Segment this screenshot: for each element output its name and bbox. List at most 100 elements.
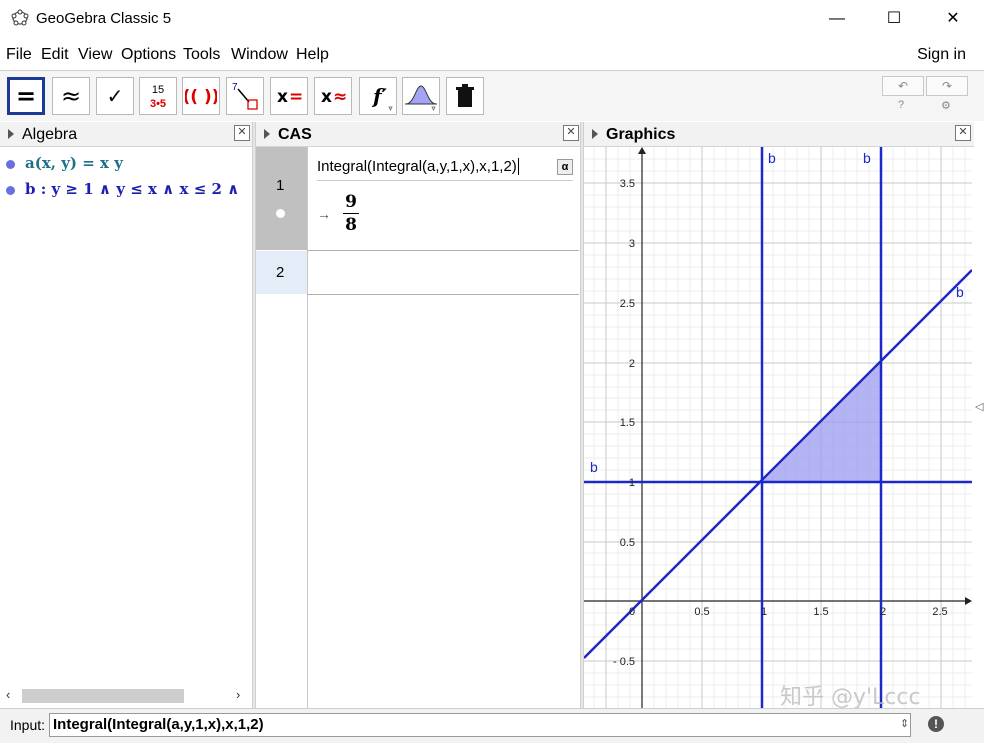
x-tick-label: 0.5: [694, 606, 709, 618]
close-button[interactable]: ✕: [930, 4, 976, 34]
cas-row-number[interactable]: 2: [256, 251, 307, 294]
y-tick-label: 1: [629, 477, 635, 489]
y-tick-label: - 0.5: [613, 656, 635, 668]
y-tick-label: 3.5: [620, 178, 635, 190]
expand-icon: (( )): [185, 87, 217, 107]
scroll-right-icon[interactable]: ›: [236, 687, 240, 702]
scroll-left-icon[interactable]: ‹: [6, 687, 10, 702]
menu-bar: File Edit View Options Tools Window Help…: [0, 38, 984, 70]
expand-tool[interactable]: (( )): [182, 77, 220, 115]
derivative-icon: f′: [371, 84, 393, 111]
object-label: b: [863, 150, 871, 166]
menu-view[interactable]: View: [78, 46, 112, 64]
expand-style-bar-icon[interactable]: ◁: [975, 400, 983, 413]
algebra-title: Algebra: [22, 126, 78, 143]
probability-calculator-tool[interactable]: [402, 77, 440, 115]
x-tick-label: 1.5: [813, 606, 828, 618]
svg-text:≈: ≈: [333, 87, 347, 107]
output-arrow-icon: →: [317, 206, 331, 222]
x-tick-label: 2: [880, 606, 886, 618]
evaluate-tool[interactable]: =: [7, 77, 45, 115]
solve-numerically-icon: x ≈: [321, 87, 347, 107]
graphics-panel-header: Graphics ✕: [584, 122, 974, 147]
menu-options[interactable]: Options: [121, 46, 176, 64]
visibility-dot-icon[interactable]: [6, 185, 15, 195]
algebra-scrollbar[interactable]: ‹ ›: [0, 687, 253, 705]
solve-numerically-tool[interactable]: x ≈: [314, 77, 352, 115]
substitute-icon: 7: [232, 82, 258, 110]
geogebra-logo-icon: [11, 9, 29, 26]
solve-tool[interactable]: x =: [270, 77, 308, 115]
y-tick-label: 3: [629, 238, 635, 250]
scroll-thumb[interactable]: [22, 689, 184, 703]
cas-output-fraction: 9 8: [343, 192, 359, 235]
window-title: GeoGebra Classic 5: [36, 10, 172, 27]
x-tick-labels: 0 0.5 1 1.5 2 2.5: [629, 606, 948, 618]
svg-text:x: x: [321, 87, 332, 107]
redo-button[interactable]: ↷: [926, 76, 968, 96]
cas-row-number[interactable]: 1: [256, 147, 307, 250]
collapse-triangle-icon[interactable]: [592, 129, 598, 139]
solve-icon: x =: [277, 87, 303, 107]
close-cas-button[interactable]: ✕: [563, 125, 579, 141]
cas-row[interactable]: [307, 251, 579, 295]
visibility-dot-icon[interactable]: [6, 159, 15, 169]
object-labels: b b b b: [590, 150, 964, 475]
factor-icon: 15 3•5: [150, 84, 166, 110]
numeric-tool[interactable]: ≈: [52, 77, 90, 115]
menu-edit[interactable]: Edit: [41, 46, 69, 64]
svg-text:=: =: [289, 87, 303, 107]
x-tick-label: 1: [761, 606, 767, 618]
keep-input-tool[interactable]: ✓: [96, 77, 134, 115]
input-history-arrows-icon[interactable]: ⇕: [900, 717, 909, 730]
svg-text:(( )): (( )): [185, 87, 217, 107]
substitute-tool[interactable]: 7: [226, 77, 264, 115]
x-tick-label: 0: [629, 606, 635, 618]
graphics-canvas[interactable]: 0 0.5 1 1.5 2 2.5 3.5 3 2.5 2 1.5 1 0.5 …: [584, 147, 972, 708]
output-toggle-icon[interactable]: [276, 209, 285, 218]
help-icon[interactable]: ?: [898, 99, 904, 111]
input-help-icon[interactable]: !: [928, 716, 944, 732]
menu-help[interactable]: Help: [296, 46, 329, 64]
cas-panel-header: CAS ✕: [256, 122, 580, 147]
object-label: b: [768, 150, 776, 166]
menu-file[interactable]: File: [6, 46, 32, 64]
y-tick-label: 2: [629, 358, 635, 370]
graphics-title: Graphics: [606, 126, 676, 143]
minimize-button[interactable]: —: [814, 4, 860, 34]
svg-text:15: 15: [152, 84, 164, 96]
fraction-denominator: 8: [345, 215, 357, 235]
gear-icon[interactable]: ⚙: [941, 99, 951, 112]
collapse-triangle-icon[interactable]: [8, 129, 14, 139]
factor-tool[interactable]: 15 3•5: [139, 77, 177, 115]
y-axis-arrow-icon: [638, 147, 646, 154]
cas-title: CAS: [278, 126, 312, 143]
fraction-numerator: 9: [345, 192, 357, 212]
watermark: 知乎 @y'Lccc: [780, 685, 921, 708]
cas-input-field[interactable]: Integral(Integral(a,y,1,x),x,1,2): [317, 154, 573, 181]
collapse-triangle-icon[interactable]: [264, 129, 270, 139]
algebra-item[interactable]: b : y ≥ 1 ∧ y ≤ x ∧ x ≤ 2 ∧: [6, 180, 252, 198]
trash-icon: [456, 84, 474, 107]
menu-tools[interactable]: Tools: [183, 46, 220, 64]
algebra-panel-header: Algebra ✕: [0, 122, 253, 147]
sign-in-link[interactable]: Sign in: [917, 46, 966, 64]
x-axis-arrow-icon: [965, 597, 972, 605]
y-tick-label: 0.5: [620, 537, 635, 549]
title-bar: GeoGebra Classic 5 — ☐ ✕: [0, 0, 984, 38]
object-label: b: [956, 284, 964, 300]
alpha-keyboard-button[interactable]: α: [557, 159, 573, 175]
delete-tool[interactable]: [446, 77, 484, 115]
input-bar: Input: Integral(Integral(a,y,1,x),x,1,2)…: [0, 708, 984, 743]
maximize-button[interactable]: ☐: [871, 4, 917, 34]
algebra-item[interactable]: a(x, y) = x y: [6, 154, 123, 172]
svg-text:7: 7: [232, 82, 238, 93]
undo-button[interactable]: ↶: [882, 76, 924, 96]
close-algebra-button[interactable]: ✕: [234, 125, 250, 141]
derivative-tool[interactable]: f′: [359, 77, 397, 115]
svg-text:x: x: [277, 87, 288, 107]
input-field[interactable]: Integral(Integral(a,y,1,x),x,1,2): [49, 713, 911, 737]
object-label: b: [590, 459, 598, 475]
menu-window[interactable]: Window: [231, 46, 288, 64]
close-graphics-button[interactable]: ✕: [955, 125, 971, 141]
